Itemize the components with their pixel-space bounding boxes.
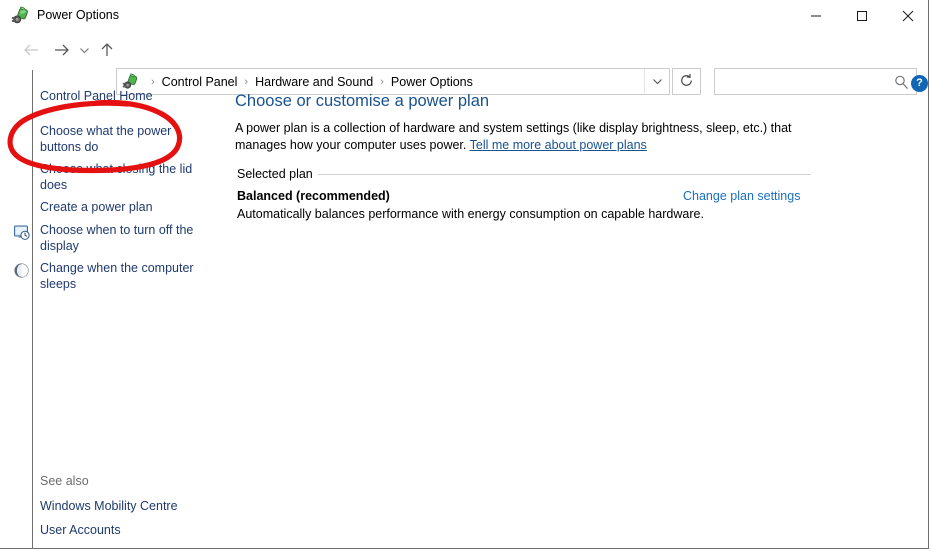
sidebar: Control Panel Home Choose what the power… xyxy=(14,71,233,548)
close-button[interactable] xyxy=(885,0,931,31)
page-title: Choose or customise a power plan xyxy=(235,92,490,110)
recent-locations-chevron-icon[interactable] xyxy=(74,35,94,65)
sidebar-item-choose-what-the-power-buttons-do[interactable]: Choose what the power buttons do xyxy=(40,123,200,155)
tell-me-more-link[interactable]: Tell me more about power plans xyxy=(470,138,647,152)
help-button[interactable]: ? xyxy=(911,75,928,92)
title-bar: Power Options xyxy=(0,0,928,31)
sidebar-item-choose-what-closing-the-lid-does[interactable]: Choose what closing the lid does xyxy=(40,161,200,193)
plan-name: Balanced (recommended) xyxy=(237,189,390,203)
maximize-button[interactable] xyxy=(839,0,885,31)
main-content: ? Choose or customise a power plan A pow… xyxy=(234,71,928,548)
sidebar-item-user-accounts[interactable]: User Accounts xyxy=(40,522,200,538)
forward-arrow-icon[interactable] xyxy=(48,35,74,65)
up-arrow-icon[interactable] xyxy=(94,35,120,65)
sidebar-item-windows-mobility-centre[interactable]: Windows Mobility Centre xyxy=(40,498,200,514)
back-arrow-icon[interactable] xyxy=(18,35,44,65)
moon-sleep-icon xyxy=(13,262,30,279)
navigation-toolbar: › Control Panel › Hardware and Sound › P… xyxy=(0,31,928,95)
sidebar-item-control-panel-home[interactable]: Control Panel Home xyxy=(40,88,200,104)
section-divider xyxy=(318,174,811,175)
minimize-button[interactable] xyxy=(793,0,839,31)
change-plan-settings-link[interactable]: Change plan settings xyxy=(683,189,800,203)
sidebar-item-create-a-power-plan[interactable]: Create a power plan xyxy=(40,199,200,215)
see-also-label: See also xyxy=(40,474,89,488)
plan-description: Automatically balances performance with … xyxy=(237,207,704,221)
power-options-window: Power Options › Control Panel › Hardware… xyxy=(0,0,929,549)
window-title: Power Options xyxy=(37,8,119,22)
power-plug-battery-icon xyxy=(11,6,31,26)
sidebar-item-change-when-the-computer-sleeps[interactable]: Change when the computer sleeps xyxy=(40,260,200,292)
page-description: A power plan is a collection of hardware… xyxy=(235,120,819,154)
display-clock-icon xyxy=(13,224,30,241)
selected-plan-section-label: Selected plan xyxy=(237,167,319,181)
sidebar-item-choose-when-to-turn-off-the-display[interactable]: Choose when to turn off the display xyxy=(40,222,200,254)
